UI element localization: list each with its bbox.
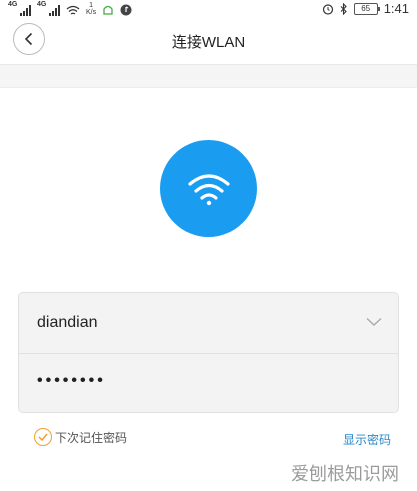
status-left: 4G 4G 1 K/s [8, 1, 132, 16]
wlan-connect-form: diandian •••••••• [18, 292, 399, 413]
password-value: •••••••• [37, 372, 106, 389]
signal-icon-2: 4G [37, 1, 60, 16]
password-field[interactable]: •••••••• [19, 353, 398, 414]
status-time: 1:41 [383, 1, 409, 16]
header-divider-band [0, 64, 417, 88]
status-right: 65 1:41 [322, 1, 409, 16]
signal-label-2: 4G [37, 1, 47, 8]
battery-icon: 65 [353, 2, 380, 15]
remember-password-checkbox[interactable] [34, 428, 52, 446]
net-speed-value: 1 [89, 2, 94, 9]
status-bar: 4G 4G 1 K/s 65 1:41 [0, 0, 417, 18]
watermark: 爱刨根知识网 [291, 464, 399, 484]
wifi-icon [187, 173, 230, 205]
signal-label-1: 4G [8, 1, 18, 8]
network-name-value: diandian [37, 314, 98, 331]
remember-password-option[interactable]: 下次记住密码 [34, 428, 127, 446]
net-speed-unit: K/s [86, 9, 97, 16]
wifi-badge [160, 140, 257, 237]
notification-app-icon [103, 5, 113, 15]
signal-icon-1: 4G [8, 1, 31, 16]
alarm-icon [322, 3, 333, 15]
network-name-field[interactable]: diandian [19, 293, 398, 353]
remember-password-label: 下次记住密码 [55, 430, 128, 445]
wifi-status-icon [66, 5, 80, 15]
net-speed: 1 K/s [86, 2, 96, 16]
title-bar: 连接WLAN [0, 18, 417, 64]
show-password-link[interactable]: 显示密码 [343, 431, 391, 448]
page-title: 连接WLAN [171, 34, 246, 51]
music-app-icon [120, 4, 132, 16]
bluetooth-icon [340, 2, 347, 15]
chevron-down-icon[interactable] [366, 317, 382, 327]
checkmark-icon [38, 433, 48, 441]
